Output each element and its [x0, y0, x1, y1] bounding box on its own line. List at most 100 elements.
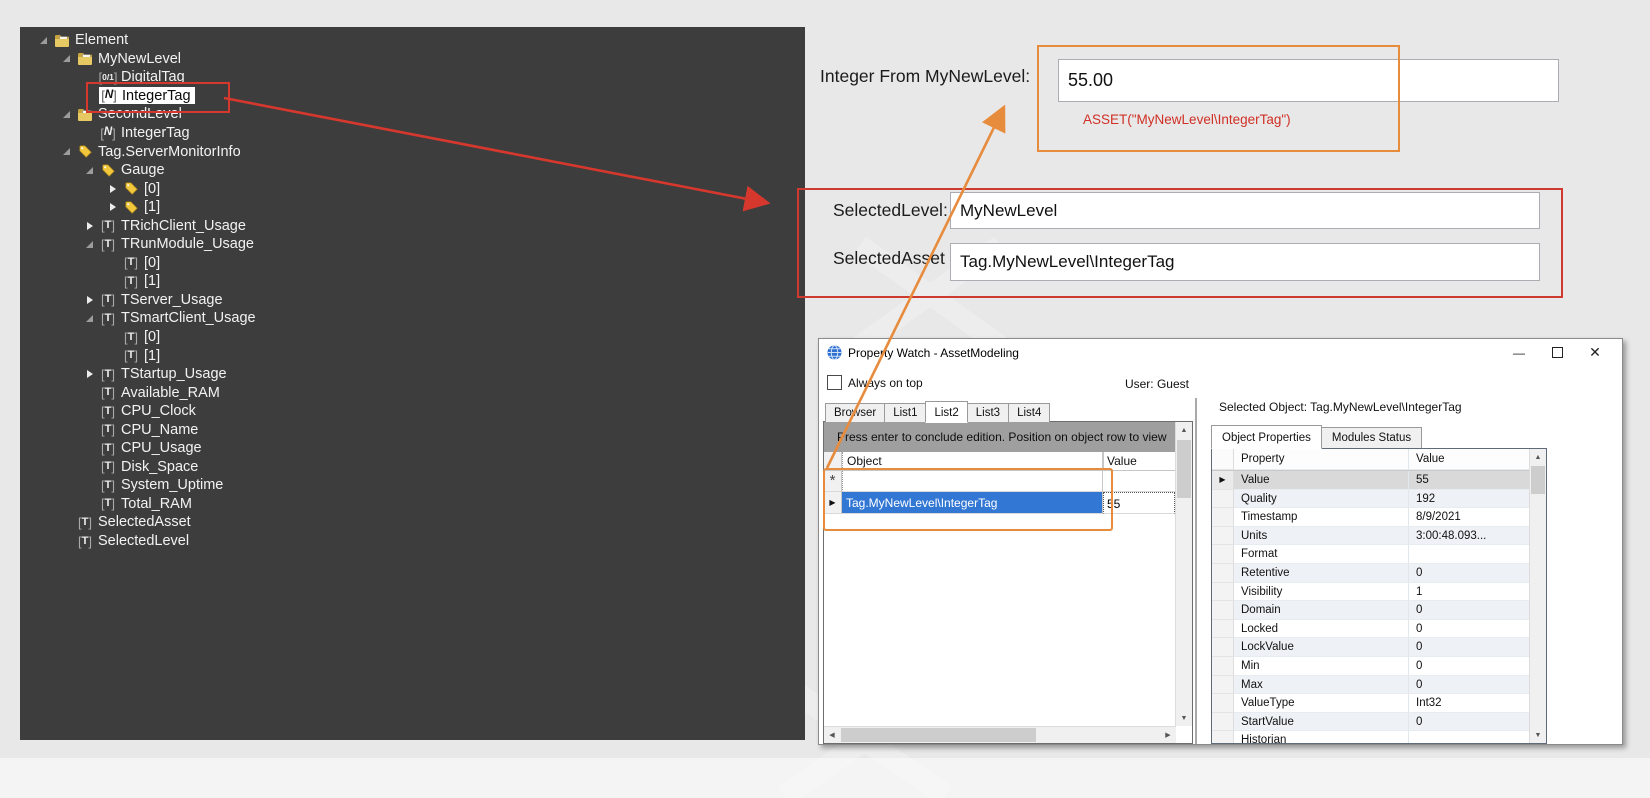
close-button[interactable]: ✕ — [1576, 339, 1614, 366]
tree-item--1-[interactable]: [T][1] — [20, 272, 805, 291]
tree-item-mynewlevel[interactable]: MyNewLevel — [20, 50, 805, 69]
tree-item-tsmartclient-usage[interactable]: [T]TSmartClient_Usage — [20, 309, 805, 328]
tab-list4[interactable]: List4 — [1008, 403, 1050, 422]
tree-item-disk-space[interactable]: [T]Disk_Space — [20, 458, 805, 477]
tree-item--1-[interactable]: [T][1] — [20, 346, 805, 365]
scrollbar-thumb[interactable] — [841, 728, 1036, 742]
value-column-header[interactable]: Value — [1103, 452, 1175, 470]
value-column-header[interactable]: Value — [1409, 449, 1529, 470]
value-cell[interactable] — [1103, 471, 1175, 492]
property-row-startvalue[interactable]: StartValue0 — [1212, 713, 1546, 732]
selected-asset-input[interactable]: Tag.MyNewLevel\IntegerTag — [950, 243, 1540, 281]
property-row-max[interactable]: Max0 — [1212, 676, 1546, 695]
integer-value-input[interactable]: 55.00 — [1058, 59, 1559, 102]
tab-list3[interactable]: List3 — [967, 403, 1009, 422]
property-row-value[interactable]: ▶Value55 — [1212, 471, 1546, 490]
new-entry-row[interactable]: * — [824, 471, 1175, 492]
property-row-locked[interactable]: Locked0 — [1212, 620, 1546, 639]
property-row-historian[interactable]: Historian — [1212, 731, 1546, 744]
tree-item--0-[interactable]: [T][0] — [20, 328, 805, 347]
scroll-left-icon[interactable]: ◀ — [824, 727, 840, 743]
scroll-right-icon[interactable]: ▶ — [1160, 727, 1176, 743]
tree-item-system-uptime[interactable]: [T]System_Uptime — [20, 476, 805, 495]
expander-expanded-icon[interactable] — [57, 111, 76, 118]
scroll-up-icon[interactable]: ▲ — [1530, 449, 1546, 465]
scrollbar-thumb[interactable] — [1177, 440, 1191, 498]
tree-item-label: TServer_Usage — [121, 292, 223, 308]
tree-item-tstartup-usage[interactable]: [T]TStartup_Usage — [20, 365, 805, 384]
minimize-button[interactable]: — — [1500, 339, 1538, 366]
panel-splitter[interactable] — [1195, 398, 1197, 744]
tree-item-gauge[interactable]: Gauge — [20, 161, 805, 180]
property-row-lockvalue[interactable]: LockValue0 — [1212, 638, 1546, 657]
tree-item--0-[interactable]: [T][0] — [20, 254, 805, 273]
property-row-domain[interactable]: Domain0 — [1212, 601, 1546, 620]
property-row-valuetype[interactable]: ValueTypeInt32 — [1212, 694, 1546, 713]
tree-item-integertag[interactable]: [N]IntegerTag — [20, 124, 805, 143]
tree-item-cpu-clock[interactable]: [T]CPU_Clock — [20, 402, 805, 421]
expander-collapsed-icon[interactable] — [103, 185, 122, 193]
property-row-quality[interactable]: Quality192 — [1212, 490, 1546, 509]
expander-collapsed-icon[interactable] — [80, 370, 99, 378]
property-value: 55 — [1409, 471, 1529, 490]
watch-row[interactable]: ▶Tag.MyNewLevel\IntegerTag55 — [824, 492, 1175, 514]
row-header-cell — [1212, 601, 1234, 620]
property-row-units[interactable]: Units — [1212, 527, 1546, 546]
tree-item--0-[interactable]: [0] — [20, 179, 805, 198]
tree-item-available-ram[interactable]: [T]Available_RAM — [20, 383, 805, 402]
object-cell[interactable]: Tag.MyNewLevel\IntegerTag — [842, 492, 1103, 514]
template-tag-icon: [T] — [99, 368, 117, 381]
tab-modules-status[interactable]: Modules Status — [1321, 427, 1422, 448]
object-column-header[interactable]: Object — [842, 452, 1103, 470]
tree-item-total-ram[interactable]: [T]Total_RAM — [20, 495, 805, 514]
expander-expanded-icon[interactable] — [80, 167, 99, 174]
expander-expanded-icon[interactable] — [34, 37, 53, 44]
tree-item-selectedlevel[interactable]: [T]SelectedLevel — [20, 532, 805, 551]
property-row-min[interactable]: Min0 — [1212, 657, 1546, 676]
property-row-visibility[interactable]: Visibility1 — [1212, 583, 1546, 602]
tree-item-tag-servermonitorinfo[interactable]: Tag.ServerMonitorInfo — [20, 142, 805, 161]
tree-item-label: TSmartClient_Usage — [121, 310, 256, 326]
value-cell-editing[interactable]: 55 — [1103, 492, 1175, 514]
expander-collapsed-icon[interactable] — [103, 203, 122, 211]
tab-object-properties[interactable]: Object Properties — [1211, 425, 1322, 449]
tab-list1[interactable]: List1 — [884, 403, 926, 422]
property-value: Int32 — [1409, 694, 1529, 713]
expander-expanded-icon[interactable] — [57, 148, 76, 155]
property-value: 0 — [1409, 638, 1529, 657]
expander-collapsed-icon[interactable] — [80, 222, 99, 230]
expander-expanded-icon[interactable] — [57, 55, 76, 62]
vertical-scrollbar[interactable]: ▲ ▼ — [1175, 422, 1192, 726]
property-row-timestamp[interactable]: Timestamp8/9/2021 3:00:48.093... — [1212, 508, 1546, 527]
property-row-format[interactable]: Format — [1212, 545, 1546, 564]
property-column-header[interactable]: Property — [1234, 449, 1409, 470]
tab-list2[interactable]: List2 — [925, 401, 967, 423]
selected-level-input[interactable]: MyNewLevel — [950, 192, 1540, 229]
tree-item-selectedasset[interactable]: [T]SelectedAsset — [20, 513, 805, 532]
scroll-up-icon[interactable]: ▲ — [1176, 422, 1192, 438]
maximize-button[interactable] — [1538, 339, 1576, 366]
tree-item-trunmodule-usage[interactable]: [T]TRunModule_Usage — [20, 235, 805, 254]
object-cell[interactable] — [842, 471, 1103, 492]
properties-scrollbar[interactable]: ▲ ▼ — [1529, 449, 1546, 743]
always-on-top-option[interactable]: Always on top — [827, 375, 923, 390]
expander-expanded-icon[interactable] — [80, 241, 99, 248]
horizontal-scrollbar[interactable]: ◀ ▶ — [824, 726, 1176, 743]
scroll-down-icon[interactable]: ▼ — [1530, 727, 1546, 743]
always-on-top-checkbox[interactable] — [827, 375, 842, 390]
tree-item--1-[interactable]: [1] — [20, 198, 805, 217]
tree-item-cpu-usage[interactable]: [T]CPU_Usage — [20, 439, 805, 458]
scroll-down-icon[interactable]: ▼ — [1176, 710, 1192, 726]
tree-item-content: [T]Disk_Space — [99, 458, 198, 475]
expander-expanded-icon[interactable] — [80, 315, 99, 322]
tab-browser[interactable]: Browser — [825, 403, 885, 422]
tree-item-trichclient-usage[interactable]: [T]TRichClient_Usage — [20, 216, 805, 235]
expander-collapsed-icon[interactable] — [80, 296, 99, 304]
object-properties-grid: Property Value ▶Value55Quality192Timesta… — [1211, 448, 1547, 744]
tree-item-element[interactable]: Element — [20, 31, 805, 50]
tree-item-tserver-usage[interactable]: [T]TServer_Usage — [20, 291, 805, 310]
window-title-bar[interactable]: Property Watch - AssetModeling — ✕ — [819, 339, 1622, 366]
scrollbar-thumb[interactable] — [1531, 466, 1545, 494]
tree-item-cpu-name[interactable]: [T]CPU_Name — [20, 420, 805, 439]
property-row-retentive[interactable]: Retentive0 — [1212, 564, 1546, 583]
